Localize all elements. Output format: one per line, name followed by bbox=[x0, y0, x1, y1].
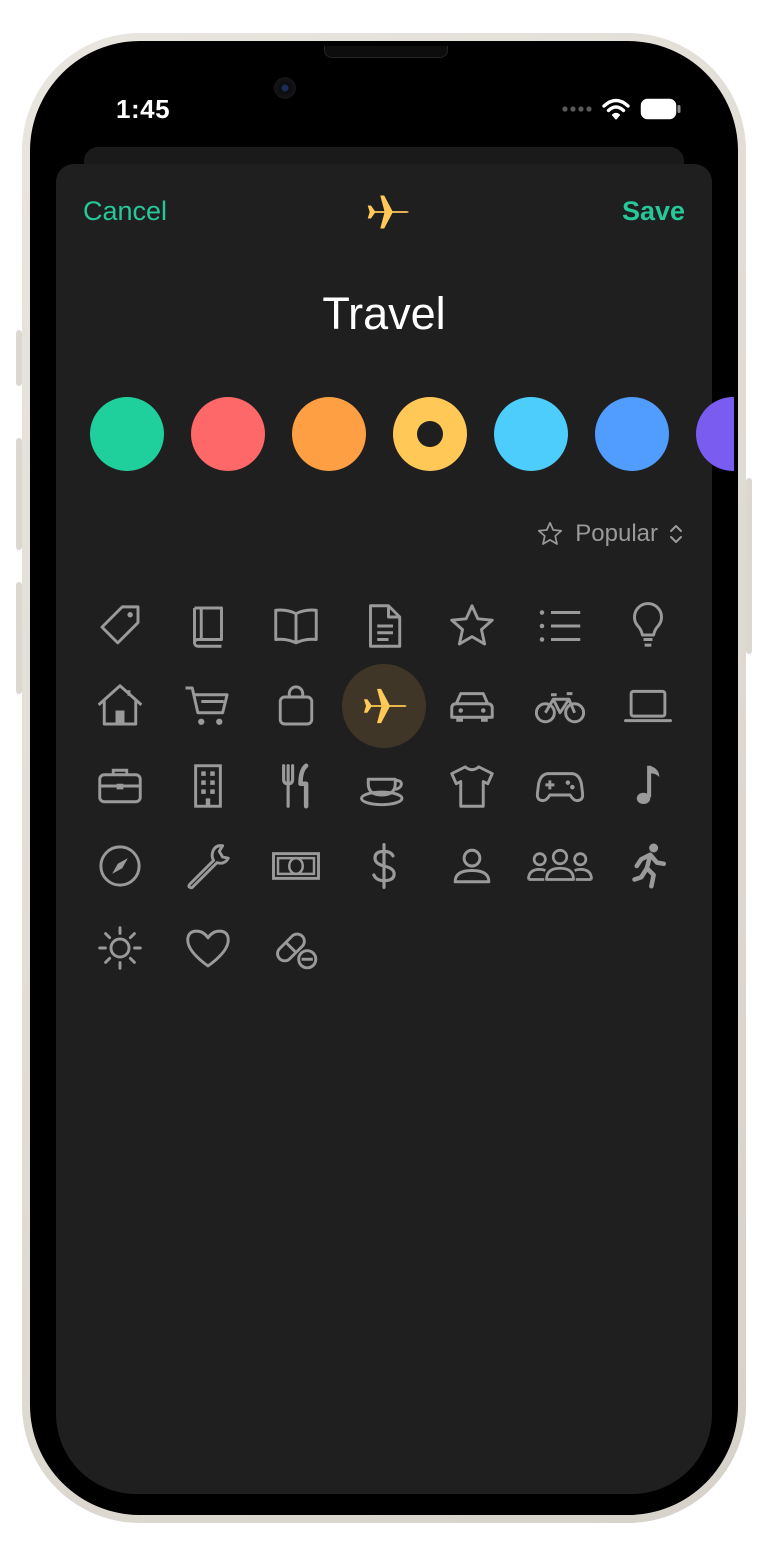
sun-icon bbox=[98, 926, 142, 970]
icon-cell-group[interactable] bbox=[516, 824, 604, 908]
selected-indicator bbox=[417, 421, 443, 447]
icon-cell-open-book[interactable] bbox=[252, 584, 340, 668]
document-icon bbox=[369, 604, 402, 648]
icon-cell-briefcase[interactable] bbox=[76, 744, 164, 828]
chevron-up-down-icon bbox=[670, 525, 682, 543]
icon-cell-cart[interactable] bbox=[164, 664, 252, 748]
icon-cell-fork-knife[interactable] bbox=[252, 744, 340, 828]
color-swatch-green[interactable] bbox=[90, 397, 164, 471]
icon-cell-tshirt[interactable] bbox=[428, 744, 516, 828]
icon-cell-tag[interactable] bbox=[76, 584, 164, 668]
icon-cell-bicycle[interactable] bbox=[516, 664, 604, 748]
shopping-bag-icon bbox=[278, 685, 314, 726]
save-button[interactable]: Save bbox=[622, 196, 685, 227]
color-swatch-purple[interactable] bbox=[696, 397, 734, 471]
icon-cell-list[interactable] bbox=[516, 584, 604, 668]
icon-cell-laptop[interactable] bbox=[604, 664, 692, 748]
house-icon bbox=[97, 684, 143, 726]
color-swatch-red[interactable] bbox=[191, 397, 265, 471]
list-icon bbox=[539, 610, 581, 642]
icon-cell-sun[interactable] bbox=[76, 906, 164, 990]
running-figure-icon bbox=[632, 843, 666, 889]
compass-icon bbox=[99, 845, 141, 887]
speaker-grille bbox=[324, 46, 448, 58]
front-camera bbox=[274, 77, 296, 99]
icon-cell-airplane-selected[interactable] bbox=[340, 664, 428, 748]
icon-cell-building[interactable] bbox=[164, 744, 252, 828]
building-icon bbox=[194, 764, 222, 808]
car-icon bbox=[450, 692, 494, 722]
icon-cell-pills[interactable] bbox=[252, 906, 340, 990]
open-book-icon bbox=[274, 608, 318, 645]
wrench-icon bbox=[187, 844, 230, 890]
briefcase-icon bbox=[98, 768, 142, 804]
icon-cell-cup-saucer[interactable] bbox=[340, 744, 428, 828]
color-swatch-blue[interactable] bbox=[595, 397, 669, 471]
cancel-button[interactable]: Cancel bbox=[83, 196, 167, 227]
status-time: 1:45 bbox=[116, 94, 171, 124]
volume-up-button bbox=[16, 438, 22, 550]
cart-icon bbox=[185, 686, 229, 725]
icon-cell-compass[interactable] bbox=[76, 824, 164, 908]
group-icon bbox=[527, 848, 593, 881]
gamecontroller-icon bbox=[535, 772, 585, 803]
icon-cell-book[interactable] bbox=[164, 584, 252, 668]
icon-cell-running-figure[interactable] bbox=[604, 824, 692, 908]
icon-cell-house[interactable] bbox=[76, 664, 164, 748]
color-swatch-orange[interactable] bbox=[292, 397, 366, 471]
category-name-field[interactable]: Travel bbox=[56, 288, 712, 340]
battery-icon bbox=[640, 98, 681, 120]
icon-filter-menu[interactable]: Popular bbox=[535, 519, 684, 549]
laptop-icon bbox=[624, 689, 672, 723]
color-swatch-cyan[interactable] bbox=[494, 397, 568, 471]
tshirt-icon bbox=[450, 765, 494, 808]
icon-cell-dollar[interactable] bbox=[340, 824, 428, 908]
power-button bbox=[746, 478, 752, 654]
person-icon bbox=[453, 848, 491, 884]
airplane-icon bbox=[367, 195, 409, 229]
star-icon bbox=[538, 521, 563, 545]
airplane-icon bbox=[363, 688, 407, 724]
status-indicators bbox=[562, 98, 682, 120]
color-swatch-yellow-selected[interactable] bbox=[393, 397, 467, 471]
music-note-icon bbox=[636, 765, 660, 804]
heart-icon bbox=[186, 929, 230, 968]
banknote-icon bbox=[272, 852, 320, 880]
icon-cell-star[interactable] bbox=[428, 584, 516, 668]
filter-label: Popular bbox=[575, 520, 658, 547]
icon-cell-heart[interactable] bbox=[164, 906, 252, 990]
screen: 1:45 Cancel Save Travel Popular bbox=[34, 46, 734, 1511]
tag-icon bbox=[100, 605, 140, 645]
edit-category-sheet: Cancel Save Travel Popular bbox=[56, 164, 734, 1494]
icon-cell-person[interactable] bbox=[428, 824, 516, 908]
icon-cell-car[interactable] bbox=[428, 664, 516, 748]
dollar-icon bbox=[372, 843, 396, 889]
book-icon bbox=[193, 606, 223, 648]
cup-saucer-icon bbox=[360, 777, 404, 807]
lightbulb-icon bbox=[633, 602, 663, 647]
fork-knife-icon bbox=[282, 763, 309, 809]
bicycle-icon bbox=[534, 692, 586, 724]
mute-switch bbox=[16, 330, 22, 386]
icon-cell-shopping-bag[interactable] bbox=[252, 664, 340, 748]
icon-cell-wrench[interactable] bbox=[164, 824, 252, 908]
icon-cell-music-note[interactable] bbox=[604, 744, 692, 828]
icon-cell-gamecontroller[interactable] bbox=[516, 744, 604, 828]
pills-icon bbox=[276, 932, 318, 970]
icon-cell-document[interactable] bbox=[340, 584, 428, 668]
cellular-signal-icon bbox=[562, 106, 592, 112]
icon-cell-lightbulb[interactable] bbox=[604, 584, 692, 668]
wifi-icon bbox=[602, 98, 630, 120]
star-icon bbox=[450, 604, 494, 646]
volume-down-button bbox=[16, 582, 22, 694]
icon-cell-banknote[interactable] bbox=[252, 824, 340, 908]
